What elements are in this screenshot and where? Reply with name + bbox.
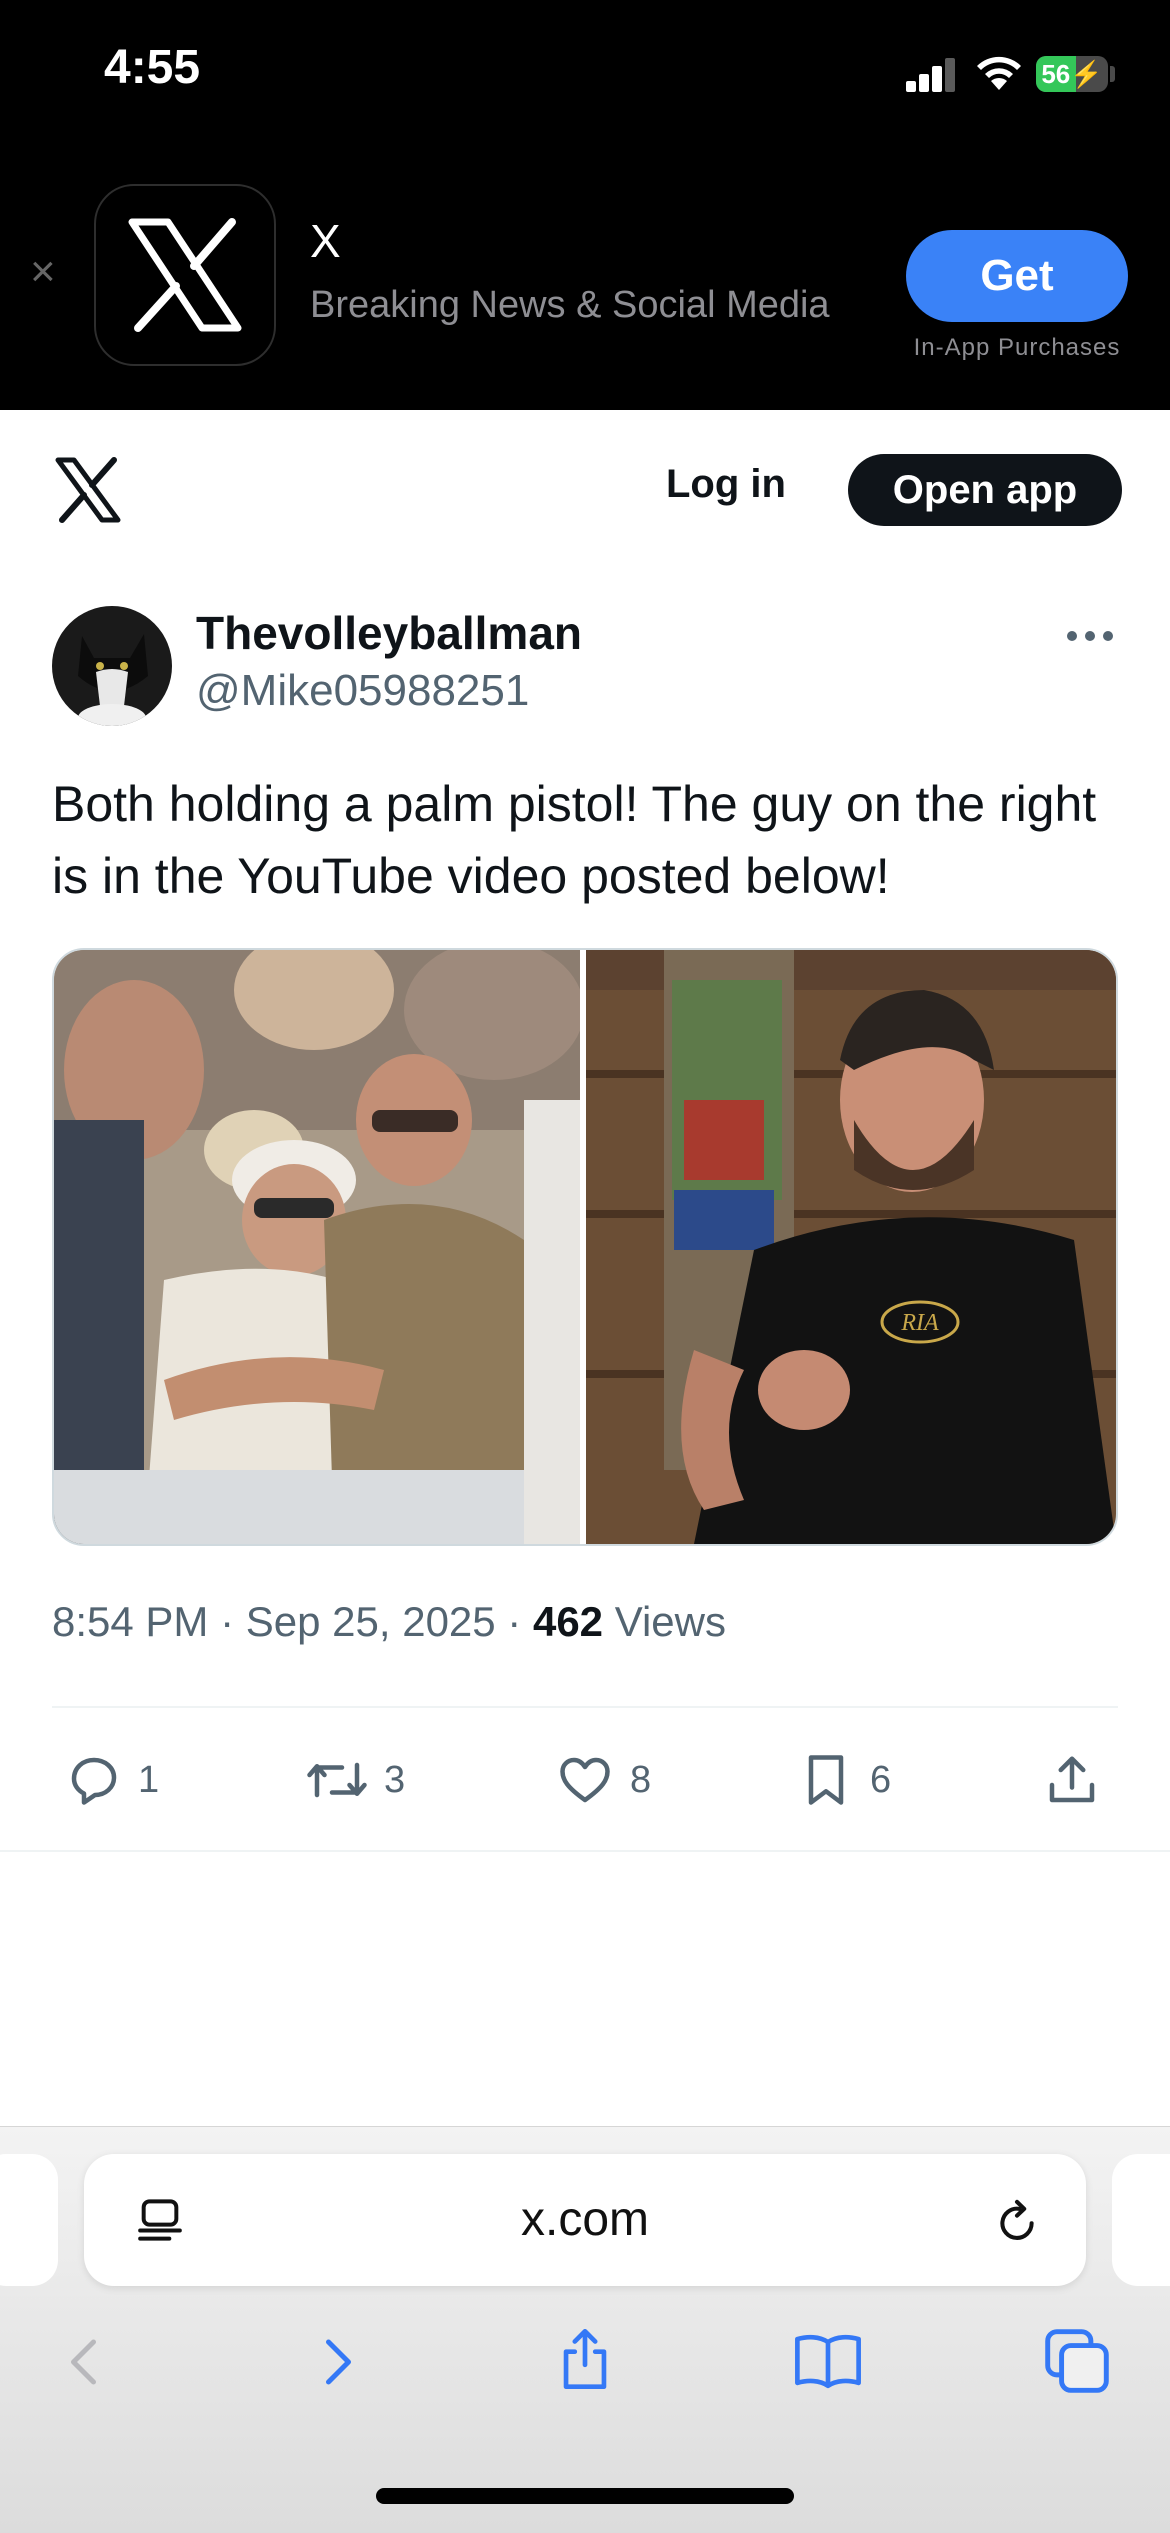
banner-app-subtitle: Breaking News & Social Media (310, 284, 830, 326)
divider (52, 1706, 1118, 1708)
wifi-icon (977, 56, 1021, 90)
back-icon[interactable] (56, 2330, 116, 2394)
share-icon (1049, 1756, 1095, 1803)
get-button[interactable]: Get (906, 230, 1128, 322)
crowd-photo[interactable] (54, 950, 584, 1544)
tweet-text: Both holding a palm pistol! The guy on t… (52, 776, 1097, 904)
ria-logo-text: RIA (900, 1310, 939, 1336)
home-indicator (376, 2488, 794, 2504)
battery-nub (1110, 66, 1115, 82)
x-app-icon[interactable] (94, 184, 276, 366)
status-time: 4:55 (104, 41, 201, 94)
bookmark-button[interactable]: 6 (796, 1750, 891, 1810)
tweet-time[interactable]: 8:54 PM (52, 1598, 208, 1645)
close-icon[interactable]: × (30, 250, 56, 294)
reply-button[interactable]: 1 (64, 1750, 159, 1810)
login-link[interactable]: Log in (666, 462, 786, 507)
man-black-polo-photo[interactable]: RIA (586, 950, 1116, 1544)
x-logo-icon[interactable] (52, 454, 124, 526)
avatar[interactable] (52, 606, 172, 726)
reply-count: 1 (138, 1758, 160, 1801)
tweet-date[interactable]: Sep 25, 2025 (246, 1598, 496, 1645)
tweet-media[interactable]: RIA (52, 948, 1118, 1546)
bookmark-icon (808, 1755, 844, 1805)
forward-icon[interactable] (306, 2330, 366, 2394)
repost-button[interactable]: 3 (304, 1750, 405, 1810)
user-handle[interactable]: @Mike05988251 (196, 666, 529, 716)
open-app-button[interactable]: Open app (848, 454, 1122, 526)
cat-avatar-image (52, 606, 172, 726)
tabs-icon[interactable] (1040, 2324, 1114, 2398)
like-button[interactable]: 8 (554, 1750, 651, 1810)
tweet-meta: 8:54 PM · Sep 25, 2025 · 462 Views (52, 1598, 726, 1645)
cellular-signal-icon (906, 56, 956, 92)
share-button[interactable] (1042, 1750, 1116, 1810)
battery-percent: 56⚡ (1041, 59, 1103, 89)
display-name[interactable]: Thevolleyballman (196, 606, 582, 660)
reply-icon (71, 1757, 117, 1805)
banner-app-name: X (310, 215, 341, 267)
in-app-purchases-label: In-App Purchases (913, 334, 1121, 361)
repost-icon (307, 1762, 367, 1798)
next-tab-preview[interactable] (1112, 2154, 1170, 2286)
share-sheet-icon[interactable] (550, 2322, 620, 2396)
bookmark-count: 6 (870, 1758, 892, 1801)
x-logo-icon (128, 218, 242, 332)
repost-count: 3 (384, 1758, 406, 1801)
bookmarks-icon[interactable] (790, 2326, 866, 2396)
views-count: 462 (532, 1598, 604, 1645)
like-count: 8 (630, 1758, 652, 1801)
previous-tab-preview[interactable] (0, 2154, 58, 2286)
reload-icon[interactable] (990, 2194, 1044, 2248)
battery-charging-icon: 56⚡ (1036, 56, 1108, 92)
more-options-icon[interactable] (1062, 618, 1118, 654)
url-text[interactable]: x.com (84, 2154, 1086, 2286)
views-label: Views (614, 1598, 726, 1645)
heart-icon (560, 1757, 610, 1803)
divider (0, 1850, 1170, 1852)
